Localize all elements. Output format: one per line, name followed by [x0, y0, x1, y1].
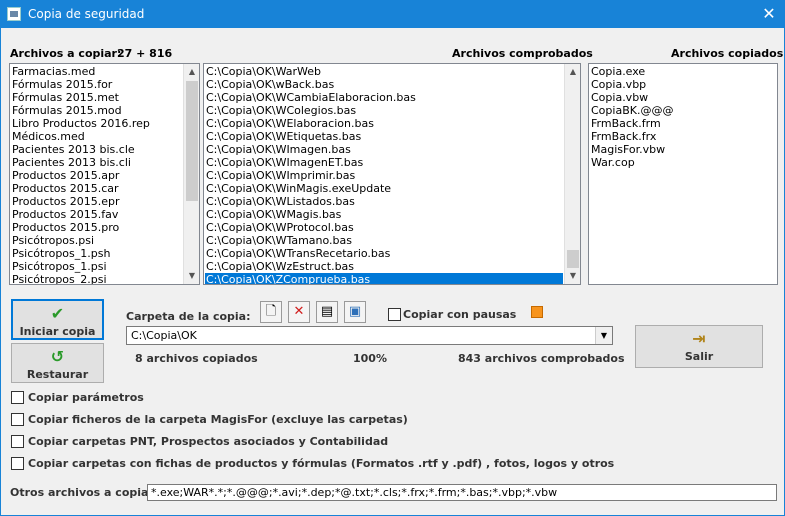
list-item[interactable]: C:\Copia\OK\WzEstruct.bas — [205, 260, 563, 273]
list-item[interactable]: Farmacias.med — [11, 65, 182, 78]
folder-label: Carpeta de la copia: — [126, 310, 251, 323]
list-item[interactable]: C:\Copia\OK\WProtocol.bas — [205, 221, 563, 234]
scroll-thumb[interactable] — [186, 81, 198, 201]
list-item[interactable]: FrmBack.frm — [590, 117, 776, 130]
checked-files-scrollbar[interactable]: ▲ ▼ — [564, 64, 580, 284]
list-item[interactable]: Productos 2015.apr — [11, 169, 182, 182]
backup-window: Copia de seguridad ✕ Archivos a copiar: … — [0, 0, 785, 516]
restore-button[interactable]: ↺ Restaurar — [11, 343, 104, 383]
list-item[interactable]: Productos 2015.car — [11, 182, 182, 195]
list-item[interactable]: C:\Copia\OK\WElaboracion.bas — [205, 117, 563, 130]
list-item[interactable]: C:\Copia\OK\ZComprueba.bas — [205, 273, 563, 284]
list-item[interactable]: Copia.exe — [590, 65, 776, 78]
exit-door-icon: ⇥ — [692, 329, 706, 348]
copied-files-list[interactable]: Copia.exe Copia.vbp Copia.vbw CopiaBK.@@@ Fr… — [588, 63, 778, 285]
progress-percent: 100% — [353, 352, 387, 365]
list-item[interactable]: C:\Copia\OK\WImagen.bas — [205, 143, 563, 156]
list-item[interactable]: Médicos.med — [11, 130, 182, 143]
scroll-down-icon[interactable]: ▼ — [565, 268, 580, 284]
list-item[interactable]: Pacientes 2013 bis.cle — [11, 143, 182, 156]
list-item[interactable]: FrmBack.frx — [590, 130, 776, 143]
pause-checkbox[interactable] — [388, 308, 401, 321]
start-copy-button[interactable]: ✔ Iniciar copia — [11, 299, 104, 340]
list-item[interactable]: C:\Copia\OK\WarWeb — [205, 65, 563, 78]
image-icon[interactable]: ▣ — [344, 301, 366, 323]
option-checkbox[interactable] — [11, 435, 24, 448]
list-item[interactable]: C:\Copia\OK\wBack.bas — [205, 78, 563, 91]
files-to-copy-scrollbar[interactable]: ▲ ▼ — [183, 64, 199, 284]
list-item[interactable]: C:\Copia\OK\WTamano.bas — [205, 234, 563, 247]
files-to-copy-label: Archivos a copiar: — [10, 47, 122, 60]
list-item[interactable]: Fórmulas 2015.for — [11, 78, 182, 91]
list-item[interactable]: Psicótropos_1.psh — [11, 247, 182, 260]
list-item[interactable]: Productos 2015.epr — [11, 195, 182, 208]
list-item[interactable]: C:\Copia\OK\WEtiquetas.bas — [205, 130, 563, 143]
list-item[interactable]: Productos 2015.fav — [11, 208, 182, 221]
list-item[interactable]: Libro Productos 2016.rep — [11, 117, 182, 130]
list-item[interactable]: CopiaBK.@@@ — [590, 104, 776, 117]
list-item[interactable]: War.cop — [590, 156, 776, 169]
scroll-down-icon[interactable]: ▼ — [184, 268, 199, 284]
list-item[interactable]: Fórmulas 2015.mod — [11, 104, 182, 117]
list-item[interactable]: C:\Copia\OK\WinMagis.exeUpdate — [205, 182, 563, 195]
list-item[interactable]: Copia.vbp — [590, 78, 776, 91]
app-icon — [7, 7, 21, 21]
list-item[interactable]: C:\Copia\OK\WCambiaElaboracion.bas — [205, 91, 563, 104]
list-item[interactable]: Psicótropos_1.psi — [11, 260, 182, 273]
files-to-copy-count: 27 + 816 — [117, 47, 173, 60]
option-checkbox[interactable] — [11, 391, 24, 404]
list-item[interactable]: C:\Copia\OK\WMagis.bas — [205, 208, 563, 221]
pause-label: Copiar con pausas — [403, 308, 517, 321]
scroll-up-icon[interactable]: ▲ — [565, 64, 580, 80]
list-item[interactable]: Pacientes 2013 bis.cli — [11, 156, 182, 169]
status-indicator — [531, 306, 543, 318]
option-checkbox[interactable] — [11, 457, 24, 470]
files-to-copy-list[interactable]: Farmacias.med Fórmulas 2015.for Fórmulas 2… — [9, 63, 200, 285]
new-file-icon[interactable]: 🗋 — [260, 301, 282, 323]
option-label: Copiar carpetas con fichas de productos … — [28, 457, 615, 470]
list-item[interactable]: C:\Copia\OK\WListados.bas — [205, 195, 563, 208]
copied-files-label: Archivos copiados — [671, 47, 784, 60]
checked-files-list[interactable]: C:\Copia\OK\WarWeb C:\Copia\OK\wBack.bas C… — [203, 63, 581, 285]
list-item[interactable]: Fórmulas 2015.met — [11, 91, 182, 104]
option-label: Copiar ficheros de la carpeta MagisFor (… — [28, 413, 408, 426]
option-label: Copiar carpetas PNT, Prospectos asociado… — [28, 435, 389, 448]
start-copy-label: Iniciar copia — [19, 325, 96, 338]
list-item[interactable]: C:\Copia\OK\WImprimir.bas — [205, 169, 563, 182]
delete-icon[interactable]: ✕ — [288, 301, 310, 323]
list-item[interactable]: C:\Copia\OK\WTransRecetario.bas — [205, 247, 563, 260]
scroll-thumb[interactable] — [567, 250, 579, 268]
list-item[interactable]: Psicótropos_2.psi — [11, 273, 182, 284]
close-icon[interactable]: ✕ — [754, 1, 784, 28]
list-item[interactable]: C:\Copia\OK\WColegios.bas — [205, 104, 563, 117]
list-item[interactable]: C:\Copia\OK\WImagenET.bas — [205, 156, 563, 169]
restore-label: Restaurar — [26, 368, 89, 381]
restore-arrow-icon: ↺ — [50, 347, 65, 366]
checkmark-icon: ✔ — [50, 304, 65, 323]
folder-value: C:\Copia\OK — [131, 329, 197, 342]
other-files-label: Otros archivos a copiar: — [10, 486, 159, 499]
option-label: Copiar parámetros — [28, 391, 144, 404]
folder-select[interactable]: C:\Copia\OK ▼ — [126, 326, 613, 345]
list-item[interactable]: Copia.vbw — [590, 91, 776, 104]
option-checkbox[interactable] — [11, 413, 24, 426]
list-item[interactable]: Psicótropos.psi — [11, 234, 182, 247]
scroll-up-icon[interactable]: ▲ — [184, 64, 199, 80]
list-item[interactable]: MagisFor.vbw — [590, 143, 776, 156]
window-title: Copia de seguridad — [28, 7, 145, 21]
exit-label: Salir — [684, 350, 714, 363]
list-view-icon[interactable]: ▤ — [316, 301, 338, 323]
chevron-down-icon[interactable]: ▼ — [595, 327, 612, 344]
exit-button[interactable]: ⇥ Salir — [635, 325, 763, 368]
other-files-input[interactable]: *.exe;WAR*.*;*.@@@;*.avi;*.dep;*@.txt;*.… — [147, 484, 777, 501]
title-bar: Copia de seguridad ✕ — [1, 1, 784, 28]
copied-count: 8 archivos copiados — [135, 352, 258, 365]
checked-count: 843 archivos comprobados — [458, 352, 625, 365]
checked-files-label: Archivos comprobados — [452, 47, 593, 60]
list-item[interactable]: Productos 2015.pro — [11, 221, 182, 234]
